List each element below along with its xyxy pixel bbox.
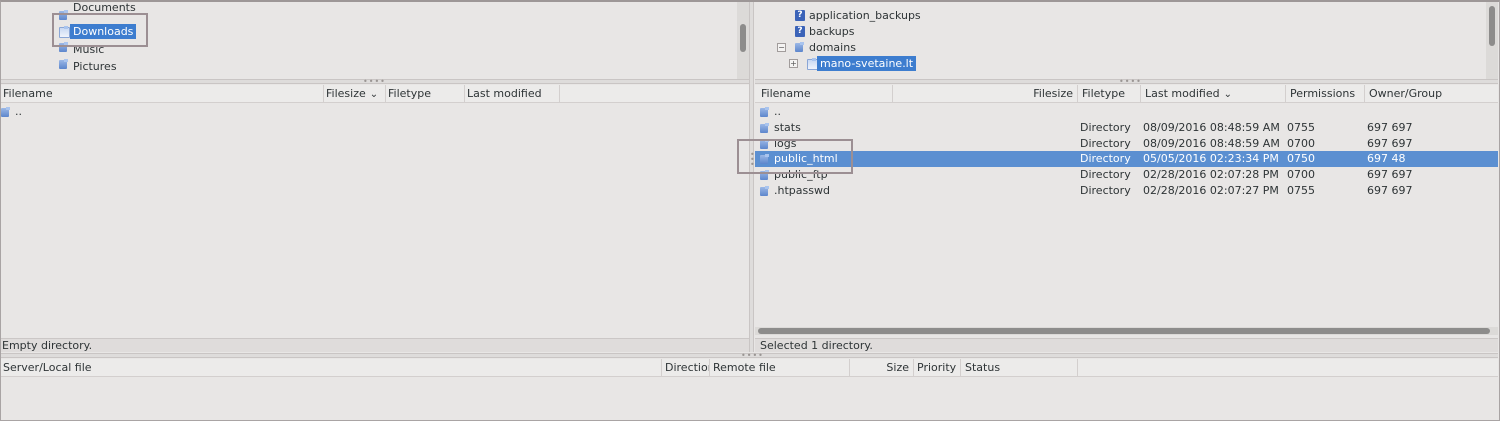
column-header-label: Last modified bbox=[1145, 87, 1220, 100]
owner-cell: 697 697 bbox=[1367, 121, 1413, 134]
tree-item-label: Pictures bbox=[73, 60, 117, 73]
table-row[interactable]: .. bbox=[755, 104, 1498, 120]
scrollbar-thumb[interactable] bbox=[740, 24, 746, 52]
filename-cell: .. bbox=[774, 105, 781, 118]
filetype-cell: Directory bbox=[1080, 152, 1131, 165]
folder-icon bbox=[760, 107, 770, 118]
highlight-callout-downloads bbox=[52, 13, 148, 47]
remote-splitter-horizontal[interactable]: •••• bbox=[755, 77, 1498, 86]
column-header-filesize[interactable]: Filesize ⌄ bbox=[324, 85, 386, 103]
local-splitter-horizontal[interactable]: •••• bbox=[1, 77, 749, 86]
table-row[interactable]: public_ftp Directory 02/28/2016 02:07:28… bbox=[755, 167, 1498, 183]
modified-cell: 08/09/2016 08:48:59 AM bbox=[1143, 137, 1280, 150]
filetype-cell: Directory bbox=[1080, 137, 1131, 150]
remote-tree-pane[interactable]: ? application_backups ? backups − domain… bbox=[755, 2, 1498, 79]
modified-cell: 02/28/2016 02:07:27 PM bbox=[1143, 184, 1279, 197]
modified-cell: 08/09/2016 08:48:59 AM bbox=[1143, 121, 1280, 134]
local-tree-scrollbar[interactable] bbox=[737, 2, 749, 79]
table-row-selected[interactable]: public_html Directory 05/05/2016 02:23:3… bbox=[755, 151, 1498, 167]
permissions-cell: 0700 bbox=[1287, 168, 1315, 181]
filetype-cell: Directory bbox=[1080, 168, 1131, 181]
table-row[interactable]: .htpasswd Directory 02/28/2016 02:07:27 … bbox=[755, 183, 1498, 199]
folder-icon bbox=[760, 186, 770, 197]
column-header-filetype[interactable]: Filetype bbox=[1078, 85, 1141, 103]
tree-item-label: backups bbox=[809, 25, 855, 38]
table-row[interactable]: logs Directory 08/09/2016 08:48:59 AM 07… bbox=[755, 136, 1498, 152]
folder-icon bbox=[795, 42, 805, 53]
main-splitter-vertical[interactable]: • • • bbox=[749, 2, 755, 352]
column-header-filesize[interactable]: Filesize bbox=[893, 85, 1078, 103]
remote-list-header: Filename Filesize Filetype Last modified… bbox=[755, 85, 1498, 103]
owner-cell: 697 48 bbox=[1367, 152, 1406, 165]
filetype-cell: Directory bbox=[1080, 121, 1131, 134]
question-icon: ? bbox=[795, 26, 805, 37]
owner-cell: 697 697 bbox=[1367, 137, 1413, 150]
tree-item-label: domains bbox=[809, 41, 856, 54]
filename-cell: stats bbox=[774, 121, 801, 134]
filename-cell: .. bbox=[15, 105, 22, 118]
column-header-label: Filesize bbox=[326, 87, 366, 100]
folder-icon bbox=[760, 123, 770, 134]
column-header-permissions[interactable]: Permissions bbox=[1286, 85, 1365, 103]
tree-item-label: application_backups bbox=[809, 9, 921, 22]
column-header-last-modified[interactable]: Last modified ⌄ bbox=[1141, 85, 1286, 103]
folder-open-icon bbox=[807, 58, 818, 70]
scrollbar-thumb[interactable] bbox=[758, 328, 1490, 334]
splitter-grip: •••• bbox=[1119, 77, 1142, 86]
column-header-filename[interactable]: Filename bbox=[758, 85, 893, 103]
local-file-list[interactable]: Filename Filesize ⌄ Filetype Last modifie… bbox=[1, 85, 749, 353]
sort-down-icon: ⌄ bbox=[369, 89, 379, 100]
queue-header: Server/Local file Direction Remote file … bbox=[1, 359, 1498, 377]
transfer-queue[interactable]: Server/Local file Direction Remote file … bbox=[1, 359, 1498, 419]
sort-down-icon: ⌄ bbox=[1223, 89, 1232, 100]
question-icon: ? bbox=[795, 10, 805, 21]
local-status-bar: Empty directory. bbox=[1, 338, 749, 352]
scrollbar-thumb[interactable] bbox=[1489, 6, 1495, 46]
permissions-cell: 0755 bbox=[1287, 184, 1315, 197]
column-header-status[interactable]: Status bbox=[961, 359, 1078, 377]
queue-splitter-horizontal[interactable]: •••• bbox=[1, 351, 1498, 360]
expand-icon[interactable]: + bbox=[789, 59, 798, 68]
collapse-icon[interactable]: − bbox=[777, 43, 786, 52]
column-header-last-modified[interactable]: Last modified bbox=[465, 85, 560, 103]
column-header-server-local-file[interactable]: Server/Local file bbox=[1, 359, 662, 377]
remote-status-bar: Selected 1 directory. bbox=[755, 338, 1498, 352]
modified-cell: 05/05/2016 02:23:34 PM bbox=[1143, 152, 1279, 165]
local-list-header: Filename Filesize ⌄ Filetype Last modifie… bbox=[1, 85, 749, 103]
permissions-cell: 0755 bbox=[1287, 121, 1315, 134]
column-header-owner-group[interactable]: Owner/Group bbox=[1365, 85, 1498, 103]
status-text: Empty directory. bbox=[2, 339, 93, 352]
column-header-size[interactable]: Size bbox=[850, 359, 914, 377]
modified-cell: 02/28/2016 02:07:28 PM bbox=[1143, 168, 1279, 181]
filetype-cell: Directory bbox=[1080, 184, 1131, 197]
column-header-filetype[interactable]: Filetype bbox=[386, 85, 465, 103]
status-text: Selected 1 directory. bbox=[760, 339, 873, 352]
highlight-callout-public-html bbox=[737, 139, 853, 174]
column-header-remote-file[interactable]: Remote file bbox=[710, 359, 850, 377]
remote-list-horizontal-scrollbar[interactable] bbox=[755, 327, 1498, 335]
column-header-priority[interactable]: Priority bbox=[914, 359, 961, 377]
permissions-cell: 0700 bbox=[1287, 137, 1315, 150]
column-header-filename[interactable]: Filename bbox=[1, 85, 324, 103]
folder-icon bbox=[1, 107, 11, 118]
owner-cell: 697 697 bbox=[1367, 184, 1413, 197]
permissions-cell: 0750 bbox=[1287, 152, 1315, 165]
column-header-direction[interactable]: Direction bbox=[662, 359, 710, 377]
folder-icon bbox=[59, 59, 69, 70]
tree-item-label-selected: mano-svetaine.lt bbox=[817, 56, 917, 71]
splitter-grip: •••• bbox=[741, 351, 764, 360]
splitter-grip: •••• bbox=[363, 77, 386, 86]
list-item-parent[interactable]: .. bbox=[1, 104, 737, 120]
remote-file-list[interactable]: Filename Filesize Filetype Last modified… bbox=[755, 85, 1498, 353]
table-row[interactable]: stats Directory 08/09/2016 08:48:59 AM 0… bbox=[755, 120, 1498, 136]
owner-cell: 697 697 bbox=[1367, 168, 1413, 181]
filename-cell: .htpasswd bbox=[774, 184, 830, 197]
remote-tree-scrollbar[interactable] bbox=[1486, 2, 1498, 79]
